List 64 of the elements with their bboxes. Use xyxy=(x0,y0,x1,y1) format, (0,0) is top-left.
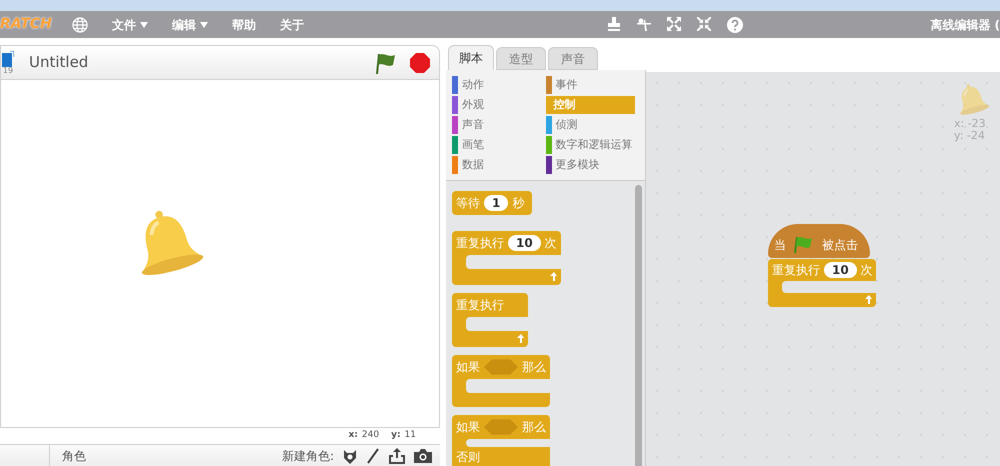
camera-icon[interactable] xyxy=(414,448,432,462)
project-title[interactable]: Untitled xyxy=(29,51,375,74)
mouse-x-value: 240 xyxy=(362,429,380,442)
block-label: 秒 xyxy=(512,195,524,212)
upload-icon[interactable] xyxy=(388,448,406,464)
category-button[interactable]: 数字和逻辑运算 xyxy=(546,136,639,154)
if-else-block[interactable]: 如果 那么 否则 xyxy=(452,415,550,466)
number-input[interactable]: 10 xyxy=(824,262,857,278)
new-sprite-label: 新建角色: xyxy=(282,448,334,464)
block-label: 当 xyxy=(774,237,786,254)
menu-item[interactable]: 关于 xyxy=(268,16,316,34)
offline-editor-label: 离线编辑器 ( xyxy=(929,16,1000,34)
block-label: 重复执行 xyxy=(456,297,504,314)
block-label: 等待 xyxy=(456,195,480,212)
block-label: 次 xyxy=(860,262,873,279)
help-icon[interactable] xyxy=(727,16,744,32)
category-button[interactable]: 侦测 xyxy=(546,116,639,134)
sprite-y-position: y: -24 xyxy=(954,130,985,142)
menu-item[interactable]: 编辑 xyxy=(160,16,220,34)
mouse-y-value: 11 xyxy=(404,429,416,442)
menu-item[interactable]: 帮助 xyxy=(220,16,268,34)
if-block[interactable]: 如果 那么 xyxy=(452,355,550,407)
repeat-block[interactable]: 重复执行 xyxy=(452,293,528,347)
flag-icon xyxy=(794,236,814,254)
block-label: 那么 xyxy=(522,419,546,436)
number-input[interactable]: 1 xyxy=(484,195,508,211)
sprites-label: 角色 xyxy=(62,448,87,464)
mouse-y-label: y: xyxy=(391,429,401,442)
scrollbar[interactable] xyxy=(635,185,642,466)
globe-icon[interactable] xyxy=(72,16,88,32)
block-label: 如果 xyxy=(456,419,480,436)
category-button[interactable]: 控制 xyxy=(546,96,635,114)
sprite-x-position: x: -23 xyxy=(954,118,986,130)
paint-brush-icon[interactable] xyxy=(366,448,380,464)
number-input[interactable]: 10 xyxy=(508,235,541,251)
tab[interactable]: 造型 xyxy=(496,47,546,70)
scissors-icon[interactable] xyxy=(637,16,652,30)
block-label: 否则 xyxy=(456,449,480,466)
sprite-library-icon[interactable] xyxy=(342,448,358,464)
stamp-icon[interactable] xyxy=(607,16,622,30)
block-label: 被点击 xyxy=(822,237,858,254)
mouse-x-label: x: xyxy=(348,429,358,442)
block-label: 重复执行 xyxy=(772,262,820,279)
category-button[interactable]: 画笔 xyxy=(452,136,546,154)
grow-icon[interactable] xyxy=(667,16,682,30)
category-button[interactable]: 更多模块 xyxy=(546,156,639,174)
menu-item[interactable]: 文件 xyxy=(100,16,160,34)
block-label: 次 xyxy=(544,235,557,252)
wait-block[interactable]: 等待 1 秒 xyxy=(452,191,532,215)
version-label: 19 xyxy=(2,66,14,74)
tab[interactable]: 声音 xyxy=(548,47,598,70)
tab[interactable]: 脚本 xyxy=(448,45,494,70)
repeat-block[interactable]: 重复执行 10 次 xyxy=(768,259,876,307)
stop-icon[interactable] xyxy=(409,52,431,74)
block-label: 重复执行 xyxy=(456,235,504,252)
when-flag-clicked-block[interactable]: 当 被点击 xyxy=(768,224,870,258)
presentation-mode-icon[interactable] xyxy=(2,50,14,66)
block-label: 如果 xyxy=(456,359,480,376)
repeat-block[interactable]: 重复执行 10 次 xyxy=(452,231,561,285)
shrink-icon[interactable] xyxy=(697,16,712,30)
category-button[interactable]: 数据 xyxy=(452,156,546,174)
flag-icon[interactable] xyxy=(375,52,397,74)
block-label: 那么 xyxy=(522,359,546,376)
category-button[interactable]: 声音 xyxy=(452,116,546,134)
